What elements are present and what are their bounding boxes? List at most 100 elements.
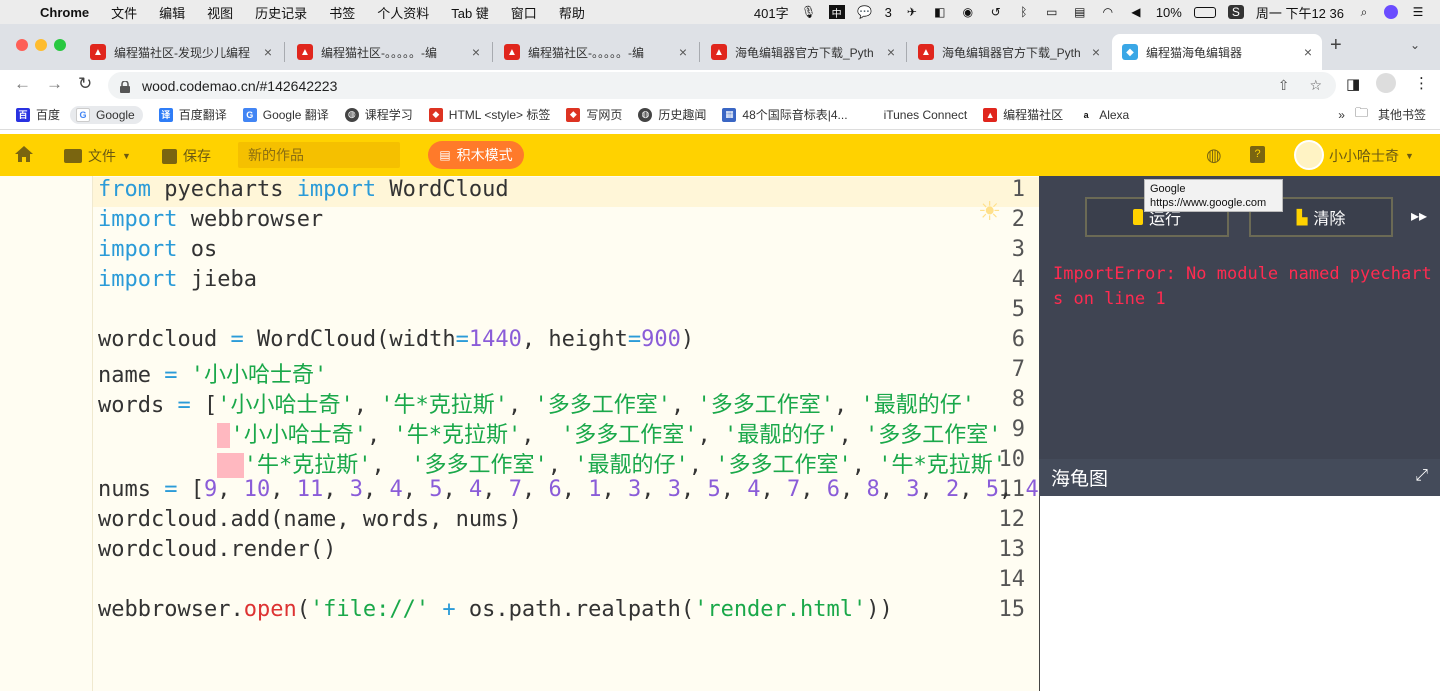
code-line: webbrowser.open('file://' + os.path.real… bbox=[98, 597, 893, 622]
menu-help[interactable]: 帮助 bbox=[559, 3, 585, 22]
profile-avatar[interactable] bbox=[1376, 73, 1396, 93]
maximize-window-button[interactable] bbox=[54, 39, 66, 51]
control-center-icon[interactable]: ☰ bbox=[1410, 5, 1426, 19]
code-line: from pyecharts import WordCloud bbox=[98, 177, 509, 202]
other-bookmarks[interactable]: 其他书签 bbox=[1378, 106, 1426, 123]
bookmark[interactable]: 译百度翻译 bbox=[158, 106, 227, 123]
browser-tab[interactable]: ▲ 编程猫社区-。。。。。-编 × bbox=[287, 34, 490, 70]
code-line: wordcloud.add(name, words, nums) bbox=[98, 507, 522, 532]
save-icon bbox=[162, 148, 177, 164]
block-mode-button[interactable]: ▤ 积木模式 bbox=[428, 141, 524, 169]
bookmark[interactable]: G Google 翻译 bbox=[242, 106, 329, 123]
close-tab-icon[interactable]: × bbox=[472, 44, 480, 60]
help-icon[interactable]: ? bbox=[1250, 146, 1265, 163]
close-tab-icon[interactable]: × bbox=[679, 44, 687, 60]
bookmark[interactable]: 百百度 bbox=[16, 106, 60, 123]
airplay-icon[interactable]: ▭ bbox=[1044, 5, 1060, 19]
menu-bookmarks[interactable]: 书签 bbox=[329, 3, 355, 22]
code-editor[interactable]: 1 2 3 4 5 6 7 8 9 10 11 12 13 14 15 ☀ fr… bbox=[0, 176, 1039, 691]
globe-icon[interactable]: ◍ bbox=[1206, 145, 1222, 166]
fullscreen-icon[interactable]: ⤢ bbox=[1415, 467, 1428, 485]
forward-arrow-icon[interactable]: → bbox=[46, 74, 63, 94]
theme-sun-icon[interactable]: ☀ bbox=[978, 196, 1001, 227]
expand-arrow-icon[interactable]: ▸▸ bbox=[1411, 206, 1427, 226]
bookmark-label: 百度 bbox=[36, 108, 61, 122]
play-icon bbox=[1132, 209, 1143, 225]
lock-icon[interactable] bbox=[120, 80, 130, 93]
bookmark-label: 48个国际音标表|4... bbox=[742, 108, 848, 122]
menu-view[interactable]: 视图 bbox=[207, 3, 233, 22]
bookmark[interactable]: ▦ 48个国际音标表|4... bbox=[722, 106, 848, 123]
menu-file[interactable]: 文件 bbox=[111, 3, 137, 22]
more-bookmarks-button[interactable]: » bbox=[1338, 108, 1345, 122]
new-tab-button[interactable]: + bbox=[1330, 34, 1342, 57]
eye-icon[interactable]: ◉ bbox=[960, 5, 976, 19]
input-method-icon[interactable]: 中 bbox=[828, 5, 845, 20]
bookmark[interactable]: a Alexa bbox=[1079, 107, 1129, 122]
back-arrow-icon[interactable]: ← bbox=[14, 74, 31, 94]
editor-toolbar: 文件 ▼ 保存 新的作品 ▤ 积木模式 ◍ ? 小小哈士奇 ▼ bbox=[0, 134, 1440, 176]
wifi-icon[interactable]: ◠ bbox=[1100, 5, 1116, 19]
browser-tab[interactable]: ▲ 编程猫社区-。。。。。-编 × bbox=[494, 34, 697, 70]
tab-search-chevron-icon[interactable]: ⌄ bbox=[1410, 38, 1420, 52]
menu-edit[interactable]: 编辑 bbox=[159, 3, 185, 22]
block-mode-label: 积木模式 bbox=[456, 147, 513, 163]
close-tab-icon[interactable]: × bbox=[887, 44, 895, 60]
bookmark[interactable]: iTunes Connect bbox=[863, 107, 967, 122]
chrome-menu-icon[interactable]: ⋮ bbox=[1414, 74, 1429, 92]
side-panel-icon[interactable]: ◨ bbox=[1346, 75, 1360, 93]
tray-icon[interactable]: ◧ bbox=[932, 5, 948, 19]
bookmark[interactable]: ◆ HTML <style> 标签 bbox=[428, 106, 550, 123]
home-icon[interactable] bbox=[14, 145, 34, 166]
sync-icon[interactable]: S bbox=[1227, 5, 1244, 19]
bookmark[interactable]: ◍ 课程学习 bbox=[344, 106, 413, 123]
minimize-window-button[interactable] bbox=[35, 39, 47, 51]
volume-icon[interactable]: ◀ bbox=[1128, 5, 1144, 19]
broom-icon: ▙ bbox=[1296, 208, 1308, 225]
turtle-canvas[interactable] bbox=[1039, 496, 1440, 691]
menu-tab[interactable]: Tab 键 bbox=[451, 3, 489, 22]
bluetooth-icon[interactable]: ᛒ bbox=[1016, 5, 1032, 19]
menu-window[interactable]: 窗口 bbox=[511, 3, 537, 22]
url-text: wood.codemao.cn/#142642223 bbox=[142, 77, 338, 94]
browser-tab[interactable]: ▲ 海龟编辑器官方下载_Pyth × bbox=[701, 34, 905, 70]
address-bar-row: ← → ↻ wood.codemao.cn/#142642223 ⇧ ☆ ◨ ⋮ bbox=[0, 70, 1440, 100]
bookmark[interactable]: ◆ 写网页 bbox=[566, 106, 622, 123]
browser-tab[interactable]: ▲ 海龟编辑器官方下载_Pyth × bbox=[908, 34, 1110, 70]
file-menu[interactable]: 文件 ▼ bbox=[64, 146, 131, 166]
browser-tab[interactable]: ▲ 编程猫社区-发现少儿编程 × bbox=[80, 34, 282, 70]
user-avatar[interactable] bbox=[1294, 140, 1324, 170]
close-window-button[interactable] bbox=[16, 39, 28, 51]
tab-title: 编程猫海龟编辑器 bbox=[1146, 45, 1243, 60]
bookmark[interactable]: G Google bbox=[70, 105, 143, 124]
url-field[interactable]: wood.codemao.cn/#142642223 ⇧ ☆ bbox=[108, 72, 1336, 99]
wechat-icon[interactable]: 💬 bbox=[857, 5, 873, 19]
bookmark-star-icon[interactable]: ☆ bbox=[1309, 77, 1322, 94]
close-tab-icon[interactable]: × bbox=[264, 44, 272, 60]
user-menu[interactable]: 小小哈士奇 ▼ bbox=[1329, 146, 1414, 166]
battery-status-icon[interactable]: ▤ bbox=[1072, 5, 1088, 19]
close-tab-icon[interactable]: × bbox=[1092, 44, 1100, 60]
extension-icon[interactable]: ✈ bbox=[904, 5, 920, 19]
browser-tab-active[interactable]: ◆ 编程猫海龟编辑器 × bbox=[1112, 34, 1322, 70]
microphone-icon[interactable]: 🎙 bbox=[801, 5, 817, 19]
bookmark[interactable]: ▲ 编程猫社区 bbox=[983, 106, 1063, 123]
close-tab-icon[interactable]: × bbox=[1304, 44, 1312, 60]
amazon-icon: a bbox=[1079, 107, 1094, 122]
code-line: '牛*克拉斯', '多多工作室', '最靓的仔', '多多工作室', '牛*克拉… bbox=[98, 447, 1006, 479]
app-menu[interactable]: Chrome bbox=[40, 5, 89, 20]
reload-icon[interactable]: ↻ bbox=[78, 74, 92, 94]
apple-logo-icon bbox=[863, 107, 878, 122]
siri-icon[interactable] bbox=[1384, 5, 1398, 19]
project-name-input[interactable]: 新的作品 bbox=[238, 142, 400, 168]
clock[interactable]: 周一 下午12 36 bbox=[1256, 3, 1344, 22]
bookmark[interactable]: ◍ 历史趣闻 bbox=[638, 106, 706, 123]
save-button[interactable]: 保存 bbox=[162, 146, 211, 166]
spotlight-icon[interactable]: ⌕ bbox=[1356, 5, 1372, 19]
globe-icon: ◍ bbox=[344, 107, 359, 122]
share-icon[interactable]: ⇧ bbox=[1278, 77, 1290, 94]
battery-icon[interactable] bbox=[1193, 6, 1216, 18]
time-machine-icon[interactable]: ↺ bbox=[988, 5, 1004, 19]
menu-history[interactable]: 历史记录 bbox=[255, 3, 307, 22]
menu-profile[interactable]: 个人资料 bbox=[377, 3, 429, 22]
